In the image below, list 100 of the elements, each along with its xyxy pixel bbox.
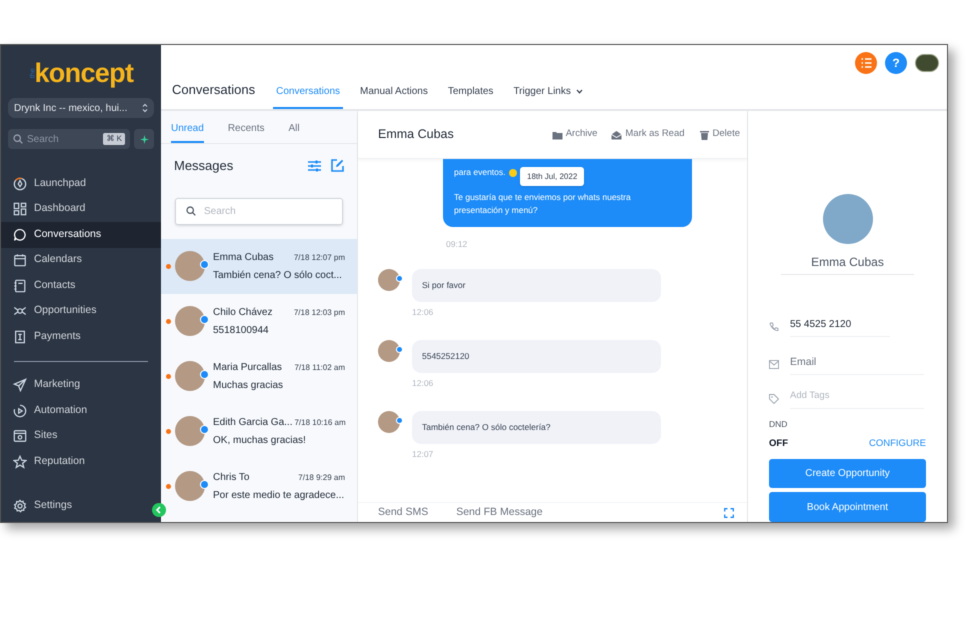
shortcut-key: ⌘ K [103, 133, 125, 145]
action-button[interactable]: Archive [552, 127, 598, 142]
profile-avatar[interactable] [915, 54, 939, 72]
message-text: para eventos. [454, 166, 506, 179]
paper-plane-icon [13, 378, 27, 392]
sidebar-item[interactable]: Launchpad [1, 171, 161, 196]
sidebar-item[interactable]: Sites [1, 424, 161, 449]
nav-tab[interactable]: Trigger Links [510, 75, 586, 109]
filter-tab[interactable]: Recents [228, 116, 264, 143]
chat-bubble-icon [13, 228, 27, 242]
contact-name: Emma Cubas [781, 252, 914, 275]
sidebar-item[interactable]: Calendars [1, 248, 161, 273]
grid-icon [13, 202, 27, 216]
contact-book-icon [13, 278, 27, 293]
composer-tab[interactable]: Send SMS [378, 504, 428, 520]
avatar-placeholder [175, 251, 205, 281]
search-icon [13, 134, 23, 144]
expand-button[interactable] [724, 508, 734, 518]
conversation-item[interactable]: Emma Cubas 7/18 12:07 pm También cena? O sólo coct... [161, 238, 357, 294]
page-title: Conversations [172, 80, 256, 98]
logo-wordmark: koncept [34, 60, 134, 86]
avatar-placeholder [378, 340, 400, 362]
action-button[interactable]: Mark as Read [611, 127, 685, 142]
conversation-item[interactable]: Chilo Chávez 7/18 12:03 pm 5518100944 [161, 294, 357, 348]
conversation-item[interactable]: Edith Garcia Ga... 7/18 10:16 am OK, muchas gracias! [161, 404, 357, 458]
account-name: Drynk Inc -- mexico, hui... [14, 102, 128, 116]
sidebar-item[interactable]: Reputation [1, 449, 161, 474]
avatar-placeholder [822, 194, 872, 244]
contact-name: Chilo Chávez [213, 306, 272, 320]
message-time: 7/18 10:16 am [294, 416, 346, 428]
nav-tab[interactable]: Templates [444, 75, 496, 109]
message-text: También cena? O sólo coctelería? [422, 420, 551, 434]
contact-name: Emma Cubas [213, 250, 274, 264]
sidebar-item[interactable]: Dashboard [1, 196, 161, 222]
list-icon [860, 58, 872, 68]
search-input[interactable]: Search [27, 132, 87, 146]
composer-tab[interactable]: Send FB Message [456, 504, 543, 520]
avatar-placeholder [175, 306, 205, 336]
sliders-icon [308, 160, 321, 172]
message-time: 7/18 12:07 pm [294, 252, 345, 264]
message-time: 12:06 [412, 306, 434, 319]
avatar-placeholder [378, 269, 400, 291]
conversation-title: Emma Cubas [378, 126, 454, 144]
search-bar[interactable]: Search ⌘ K [8, 129, 130, 149]
sidebar-item[interactable]: Marketing [1, 372, 161, 398]
contact-name: Maria Purcallas [213, 360, 282, 374]
sparkle-button[interactable] [134, 129, 154, 149]
message-text: Te gustaría que te enviemos por whats nuestra presentación y menú? [454, 191, 632, 217]
folder-icon [552, 130, 563, 140]
messenger-badge-icon [396, 275, 403, 282]
message-text: 5545252120 [422, 350, 470, 363]
search-bar[interactable]: Search [175, 198, 343, 224]
edit-icon [331, 159, 344, 172]
phone-field[interactable]: 55 4525 2120 [790, 316, 890, 337]
sidebar-item[interactable]: Opportunities [1, 298, 161, 324]
avatar-placeholder [175, 471, 205, 501]
message-time: 09:12 [446, 239, 468, 249]
message-preview: 5518100944 [213, 324, 270, 338]
email-field[interactable]: Email [790, 354, 924, 376]
sidebar-item[interactable]: Payments [1, 324, 161, 350]
search-input[interactable]: Search [204, 204, 324, 218]
envelope-icon [611, 130, 622, 140]
message-time: 7/18 9:29 am [298, 472, 345, 484]
message-text: Si por favor [422, 279, 466, 292]
up-down-chevron-icon [142, 103, 148, 113]
message-preview: OK, muchas gracias! [213, 434, 307, 448]
settings-icon [13, 499, 27, 514]
dnd-label: DND [769, 418, 788, 430]
date-chip: 18th Jul, 2022 [520, 167, 584, 186]
avatar-placeholder [378, 410, 400, 432]
sidebar-item[interactable]: Conversations [1, 222, 161, 248]
account-switcher[interactable]: Drynk Inc -- mexico, hui... [8, 98, 154, 118]
trash-icon [698, 130, 710, 140]
sidebar-item[interactable]: Contacts [1, 273, 161, 298]
compose-button[interactable] [331, 159, 344, 172]
sidebar-item[interactable]: Automation [1, 398, 161, 424]
filter-tab[interactable]: All [288, 116, 300, 143]
browser-window-icon [13, 429, 27, 444]
messenger-badge-icon [396, 346, 403, 353]
play-circle-icon [13, 404, 27, 418]
nav-tab[interactable]: Manual Actions [357, 75, 431, 109]
smiley-icon [508, 168, 517, 176]
messenger-badge-icon [200, 315, 209, 324]
message-time: 12:07 [412, 448, 434, 460]
sidebar-item[interactable]: Settings [1, 498, 78, 514]
messenger-badge-icon [200, 260, 209, 269]
conversation-item[interactable]: Maria Purcallas 7/18 11:02 am Muchas gracias [161, 348, 357, 404]
tags-field[interactable]: Add Tags [790, 389, 924, 409]
filter-button[interactable] [308, 159, 321, 172]
messages-heading: Messages [174, 157, 234, 175]
contact-name: Chris To [213, 470, 250, 484]
calendar-icon [13, 253, 27, 268]
dnd-status: OFF [769, 437, 788, 452]
conversation-item[interactable]: Chris To 7/18 9:29 am Por este medio te agradece... [161, 458, 357, 514]
action-button[interactable]: Delete [698, 127, 740, 142]
tag-icon [769, 394, 779, 404]
envelope-icon [769, 360, 779, 370]
messenger-badge-icon [200, 480, 209, 489]
list-button[interactable] [855, 52, 877, 74]
messenger-badge-icon [200, 370, 209, 379]
